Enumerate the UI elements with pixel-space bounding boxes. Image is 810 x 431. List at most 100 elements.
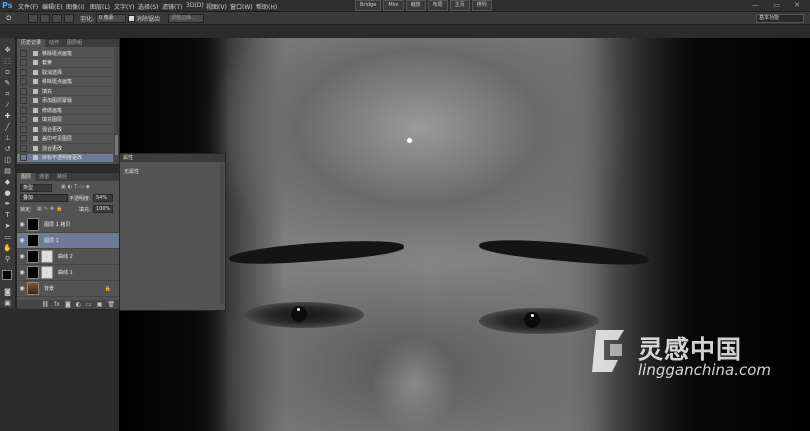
- dodge-tool-icon[interactable]: ●: [3, 189, 12, 197]
- subtract-from-selection-icon[interactable]: [52, 14, 62, 23]
- menu-edit[interactable]: 编辑(E): [42, 2, 62, 11]
- history-item[interactable]: 移除斑点画笔: [17, 78, 113, 87]
- pen-tool-icon[interactable]: ✒: [3, 200, 12, 208]
- history-item[interactable]: 取消选择: [17, 68, 113, 77]
- home-button[interactable]: 主页: [449, 0, 470, 11]
- history-source-checkbox[interactable]: [20, 106, 27, 114]
- visibility-eye-icon[interactable]: ◉: [17, 269, 27, 276]
- adjustment-layer-icon[interactable]: ◐: [76, 301, 81, 308]
- hand-tool-icon[interactable]: ✋: [3, 244, 12, 252]
- screen-mode-button[interactable]: 排列: [471, 0, 492, 11]
- opacity-input[interactable]: 54%: [93, 194, 113, 202]
- layer-row[interactable]: ◉ 背景 🔒: [17, 281, 119, 297]
- layer-mask-thumbnail[interactable]: [41, 250, 53, 263]
- layer-row[interactable]: ◉ 曲线 1: [17, 265, 119, 281]
- history-source-checkbox[interactable]: [20, 135, 27, 142]
- history-item[interactable]: 添加图层蒙版: [17, 97, 113, 106]
- foreground-color-swatch[interactable]: [2, 270, 12, 280]
- history-item[interactable]: 目标不透明度更改: [17, 153, 113, 163]
- layer-row[interactable]: ◉ 曲线 2: [17, 249, 119, 265]
- menu-file[interactable]: 文件(F): [18, 2, 38, 11]
- link-layers-icon[interactable]: ⛓: [42, 301, 50, 308]
- history-item[interactable]: 混合更改: [17, 144, 113, 153]
- visibility-eye-icon[interactable]: ◉: [17, 221, 27, 228]
- menu-help[interactable]: 帮助(H): [256, 2, 277, 11]
- intersect-selection-icon[interactable]: [64, 14, 74, 23]
- properties-scrollbar[interactable]: [220, 164, 224, 304]
- delete-layer-icon[interactable]: 🗑: [107, 301, 115, 308]
- path-selection-tool-icon[interactable]: ➤: [3, 222, 12, 230]
- quick-mask-icon[interactable]: ◙: [3, 288, 12, 296]
- history-brush-tool-icon[interactable]: ↺: [3, 145, 12, 153]
- zoom-tool-icon[interactable]: ⚲: [3, 255, 12, 263]
- fill-input[interactable]: 100%: [93, 205, 113, 213]
- history-source-checkbox[interactable]: [20, 125, 27, 133]
- clone-stamp-tool-icon[interactable]: ⊥: [3, 134, 12, 142]
- history-item[interactable]: 盖印可见图层: [17, 135, 113, 144]
- menu-3d[interactable]: 3D(D): [186, 2, 204, 9]
- menu-layer[interactable]: 图层(L): [90, 2, 110, 11]
- menu-view[interactable]: 视图(V): [206, 2, 227, 11]
- history-source-checkbox[interactable]: [20, 144, 27, 152]
- refine-edge-button[interactable]: 调整边缘...: [168, 14, 204, 23]
- blur-tool-icon[interactable]: ◆: [3, 178, 12, 186]
- menu-select[interactable]: 选择(S): [138, 2, 159, 11]
- crop-tool-icon[interactable]: ⌗: [3, 90, 12, 98]
- lock-icons[interactable]: ▦✎✥🔒: [37, 206, 64, 212]
- history-source-checkbox[interactable]: [20, 154, 27, 161]
- tab-channels[interactable]: 通道: [35, 173, 53, 181]
- workspace-select[interactable]: 基本功能: [756, 14, 804, 23]
- history-source-checkbox[interactable]: [20, 49, 27, 57]
- tab-actions[interactable]: 动作: [45, 39, 63, 47]
- lasso-tool-icon[interactable]: ᴑ: [6, 13, 11, 22]
- history-item[interactable]: 混合更改: [17, 125, 113, 134]
- move-tool-icon[interactable]: ✥: [3, 46, 12, 54]
- arrange-documents-button[interactable]: 布局: [427, 0, 448, 11]
- quick-select-tool-icon[interactable]: ✎: [3, 79, 12, 87]
- shape-tool-icon[interactable]: ▭: [3, 233, 12, 241]
- mini-bridge-button[interactable]: Mini: [383, 0, 404, 11]
- window-controls[interactable]: — ▭ ✕: [752, 1, 806, 9]
- history-item[interactable]: 填充图层: [17, 116, 113, 125]
- healing-brush-tool-icon[interactable]: ✚: [3, 112, 12, 120]
- history-source-checkbox[interactable]: [20, 68, 27, 76]
- zoom-level-button[interactable]: 缩放: [405, 0, 426, 11]
- history-source-checkbox[interactable]: [20, 87, 27, 95]
- layer-filter-icons[interactable]: ▣◐T▭◆: [61, 184, 92, 190]
- add-to-selection-icon[interactable]: [40, 14, 50, 23]
- tab-layers[interactable]: 图层: [17, 173, 36, 181]
- history-source-checkbox[interactable]: [20, 59, 27, 66]
- bridge-button[interactable]: Bridge: [355, 0, 382, 11]
- gradient-tool-icon[interactable]: ▤: [3, 167, 12, 175]
- menu-image[interactable]: 图像(I): [66, 2, 84, 11]
- blend-mode-select[interactable]: 叠加: [20, 194, 68, 202]
- visibility-eye-icon[interactable]: ◉: [17, 285, 27, 292]
- antialias-checkbox[interactable]: [128, 15, 135, 22]
- tab-layer-comps[interactable]: 图层组: [63, 39, 86, 47]
- new-layer-icon[interactable]: ▣: [97, 301, 103, 308]
- history-source-checkbox[interactable]: [20, 116, 27, 123]
- layer-filter-select[interactable]: 类型: [20, 184, 52, 192]
- type-tool-icon[interactable]: T: [3, 211, 12, 219]
- lasso-tool-icon[interactable]: ᴑ: [3, 68, 12, 76]
- eraser-tool-icon[interactable]: ◫: [3, 156, 12, 164]
- layer-style-icon[interactable]: fx: [54, 301, 60, 308]
- menu-filter[interactable]: 滤镜(T): [162, 2, 182, 11]
- eyedropper-tool-icon[interactable]: ⁄: [3, 101, 12, 109]
- feather-input[interactable]: 0 像素: [96, 14, 126, 23]
- visibility-eye-icon[interactable]: ◉: [17, 253, 27, 260]
- history-source-checkbox[interactable]: [20, 97, 27, 104]
- new-selection-icon[interactable]: [28, 14, 38, 23]
- history-item[interactable]: 套索: [17, 59, 113, 68]
- layer-mask-thumbnail[interactable]: [41, 266, 53, 279]
- tab-paths[interactable]: 路径: [53, 173, 71, 181]
- menu-window[interactable]: 窗口(W): [230, 2, 253, 11]
- brush-tool-icon[interactable]: ╱: [3, 123, 12, 131]
- marquee-tool-icon[interactable]: ⬚: [3, 57, 12, 65]
- history-item[interactable]: 修缮画笔: [17, 106, 113, 115]
- history-item[interactable]: 填充: [17, 87, 113, 96]
- layer-row[interactable]: ◉ 图层 1 拷贝: [17, 217, 119, 233]
- new-group-icon[interactable]: ▭: [86, 301, 92, 308]
- tab-history[interactable]: 历史记录: [17, 39, 46, 47]
- layer-row[interactable]: ◉ 图层 1: [17, 233, 119, 249]
